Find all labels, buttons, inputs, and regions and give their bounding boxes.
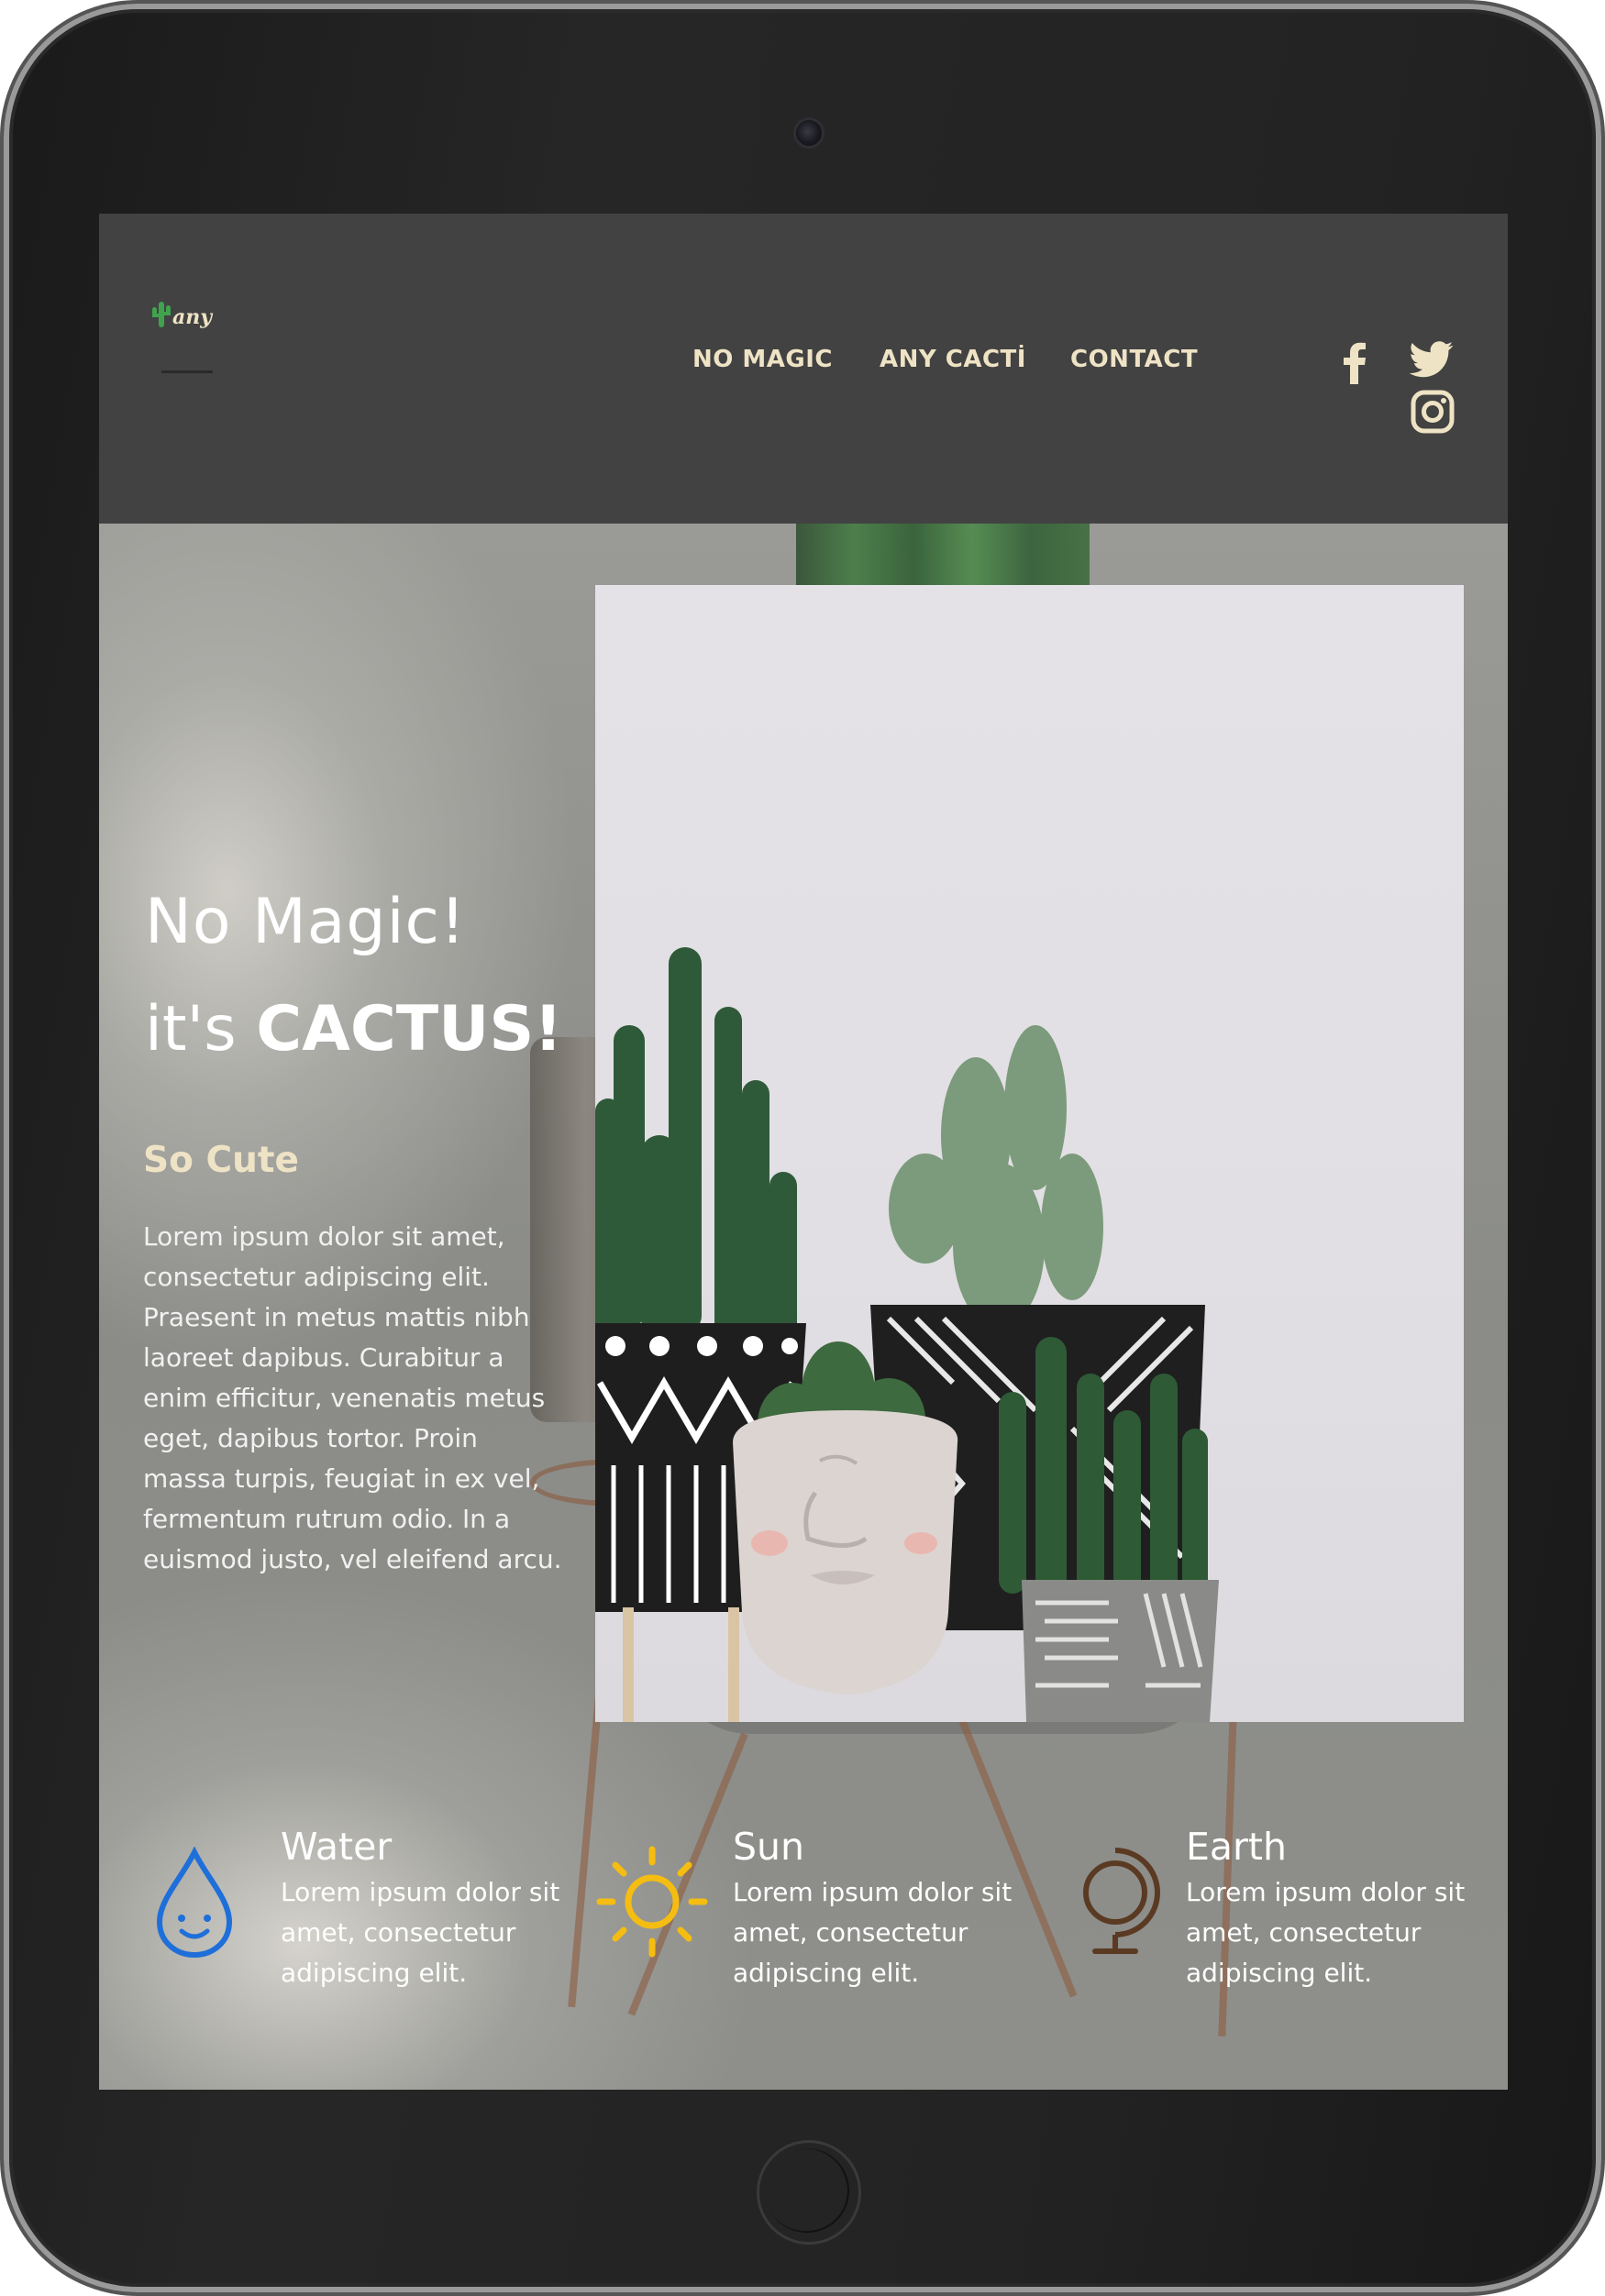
hero-section: No Magic! it's CACTUS! So Cute Lorem ips…	[99, 524, 1508, 2090]
twitter-icon[interactable]	[1409, 341, 1454, 382]
feature-text: Lorem ipsum dolor sit amet, consectetur …	[733, 1877, 1013, 1988]
facebook-icon[interactable]	[1343, 340, 1367, 389]
sun-icon	[594, 1844, 710, 1964]
site-header: any NO MAGIC ANY CACTİ CONTACT	[99, 214, 1508, 524]
feature-text: Lorem ipsum dolor sit amet, consectetur …	[281, 1877, 560, 1988]
logo-underline	[161, 370, 213, 373]
nav-item-contact[interactable]: CONTACT	[1070, 346, 1198, 373]
hero-headline-prefix: it's	[145, 993, 257, 1065]
logo-text: any	[172, 305, 213, 329]
hero-body-text: Lorem ipsum dolor sit amet, consectetur …	[143, 1221, 562, 1574]
feature-text: Lorem ipsum dolor sit amet, consectetur …	[1186, 1877, 1466, 1988]
background-cactus	[796, 524, 1090, 588]
cactus-photo	[595, 585, 1464, 1722]
globe-icon	[1071, 1847, 1163, 1965]
home-button[interactable]	[757, 2140, 861, 2245]
camera	[793, 117, 825, 149]
hero-headline-bold: CACTUS!	[256, 993, 563, 1065]
nav-item-any-cacti[interactable]: ANY CACTİ	[880, 346, 1026, 373]
hero-headline-line2: it's CACTUS!	[145, 993, 562, 1065]
tablet-frame: any NO MAGIC ANY CACTİ CONTACT No Magic!…	[0, 0, 1605, 2296]
feature-title: Earth	[1186, 1825, 1287, 1869]
feature-title: Sun	[733, 1825, 804, 1869]
instagram-icon[interactable]	[1411, 390, 1455, 438]
feature-title: Water	[281, 1825, 393, 1869]
screen: any NO MAGIC ANY CACTİ CONTACT No Magic!…	[99, 214, 1508, 2090]
water-drop-icon	[154, 1846, 235, 1965]
hero-headline-line1: No Magic!	[145, 886, 467, 958]
hero-subtitle: So Cute	[143, 1140, 299, 1181]
logo[interactable]: any	[150, 296, 224, 342]
nav-item-no-magic[interactable]: NO MAGIC	[692, 346, 833, 373]
